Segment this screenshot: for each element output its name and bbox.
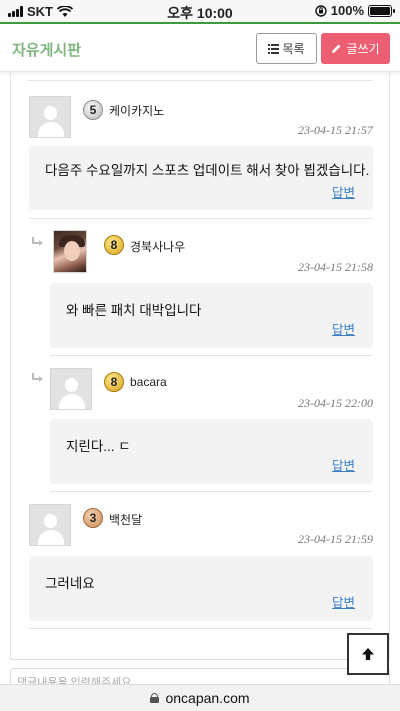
divider [29,628,373,629]
comment-list: 5 케이카지노 23-04-15 21:57 다음주 수요일까지 스포츠 업데이… [10,72,390,660]
comment-date: 23-04-15 21:58 [298,260,373,274]
comment-author[interactable]: 백천달 [109,511,142,528]
avatar [29,96,71,138]
comment-text: 그러네요 [45,576,95,591]
list-button[interactable]: 목록 [256,33,317,64]
lock-icon [150,693,160,703]
write-button[interactable]: 글쓰기 [321,33,390,64]
comment-text: 와 빠른 패치 대박입니다 [66,303,202,318]
level-badge: 5 [82,100,104,123]
status-bar: SKT 오후 10:00 100% [0,0,400,22]
reply-link[interactable]: 답변 [332,319,355,338]
battery-icon [368,4,395,17]
board-header: 자유게시판 목록 글쓰기 [0,24,400,72]
browser-url-bar[interactable]: oncapan.com [0,684,400,711]
comment-body: 지린다... ㄷ 답변 [50,419,373,484]
scroll-top-button[interactable] [347,633,389,675]
comment-author[interactable]: 경북사나우 [130,238,185,255]
comment-body: 다음주 수요일까지 스포츠 업데이트 해서 찾아 뵙겠습니다. 답변 [29,146,373,210]
orientation-lock-icon [315,4,327,17]
avatar [53,230,87,273]
reply-link[interactable]: 답변 [332,592,355,611]
comment-date: 23-04-15 21:57 [298,123,373,137]
write-button-label: 글쓰기 [346,42,380,56]
comment-body: 그러네요 답변 [29,556,373,621]
divider [50,355,373,356]
reply-link[interactable]: 답변 [332,182,355,201]
list-button-label: 목록 [282,42,305,56]
avatar [50,368,92,410]
comment-body: 와 빠른 패치 대박입니다 답변 [50,283,373,348]
reply-arrow-icon [31,372,45,386]
divider [29,218,373,219]
arrow-up-icon [362,648,374,660]
avatar [29,504,71,546]
url-domain: oncapan.com [165,690,250,706]
comment-date: 23-04-15 21:59 [298,532,373,546]
list-icon [268,43,280,54]
comment-date: 23-04-15 22:00 [298,396,373,410]
level-badge: 3 [82,508,104,531]
comment-text: 다음주 수요일까지 스포츠 업데이트 해서 찾아 뵙겠습니다. [45,163,370,178]
comment-author[interactable]: 케이카지노 [109,102,164,119]
comment-text: 지린다... ㄷ [66,439,131,454]
battery-percent: 100% [330,3,364,18]
level-badge: 8 [103,372,125,395]
board-title[interactable]: 자유게시판 [12,39,81,60]
divider [27,80,373,81]
reply-link[interactable]: 답변 [332,455,355,474]
level-badge: 8 [103,235,125,258]
divider [50,491,373,492]
reply-arrow-icon [31,236,45,250]
status-right: 100% [315,3,395,18]
comment-author[interactable]: bacara [130,375,167,389]
pencil-icon [332,44,341,53]
